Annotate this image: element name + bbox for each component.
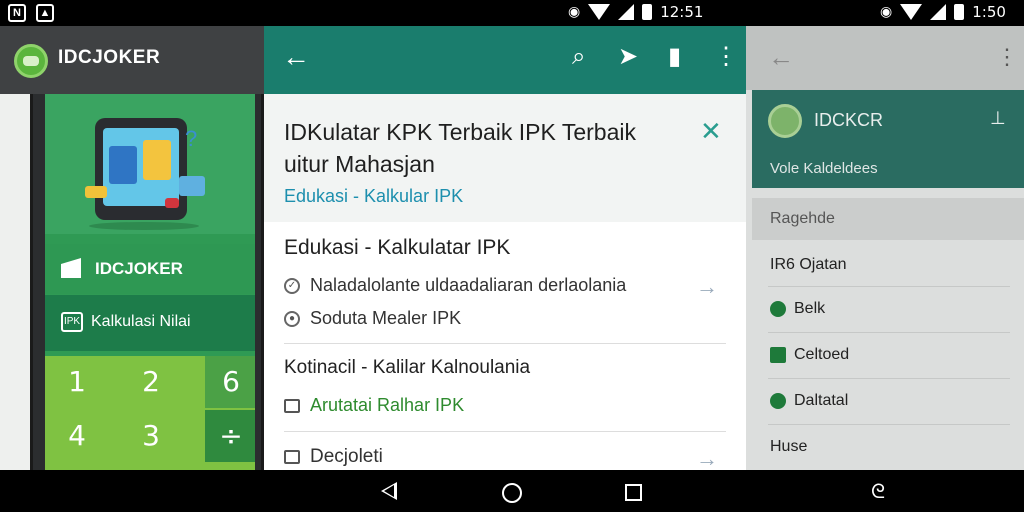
vibrate-icon: ◉	[568, 4, 581, 20]
divider	[284, 343, 726, 344]
keypad: 1 2 6 4 3 ÷	[45, 356, 255, 470]
send-icon[interactable]: ➤	[618, 44, 638, 70]
nav-recents-icon[interactable]	[625, 484, 642, 501]
right-app-bar: ← ⋮	[746, 26, 1024, 90]
brand-icon	[61, 258, 81, 278]
settings-gear-icon	[770, 393, 786, 409]
status-time-center: 12:51	[660, 3, 704, 21]
circle-icon	[770, 301, 786, 317]
section-header: Ragehde	[752, 198, 1024, 240]
account-name: IDCKCR	[814, 110, 884, 130]
brand-name: IDCJOKER	[95, 259, 183, 278]
center-app-bar: ← ⌕ ➤ ▮ ⋮	[264, 26, 746, 94]
section3-row[interactable]: Decjoleti	[284, 446, 383, 468]
hero-illustration: ?	[45, 94, 255, 234]
left-app-title: IDCJOKER	[58, 47, 161, 68]
question-icon: ?	[185, 126, 198, 151]
navigation-bar: ᘓ	[0, 470, 1024, 512]
account-card[interactable]: IDCKCR ⊥ Vole Kaldeldees	[752, 90, 1024, 188]
back-arrow-icon[interactable]: ←	[768, 42, 794, 73]
calc-label: Kalkulasi Nilai	[91, 313, 191, 330]
key-4[interactable]: 4	[51, 410, 103, 462]
key-2[interactable]: 2	[125, 356, 177, 408]
status-time-right: 1:50	[972, 3, 1006, 21]
calculator-icon: IPK	[61, 312, 83, 332]
calc-button[interactable]: IPK Kalkulasi Nilai	[45, 295, 255, 351]
folder-icon	[770, 347, 786, 363]
key-6[interactable]: 6	[205, 356, 255, 408]
key-3[interactable]: 3	[125, 410, 177, 462]
nav-home-icon[interactable]	[502, 483, 522, 503]
avatar	[768, 104, 802, 138]
pin-icon[interactable]: ⊥	[990, 108, 1006, 129]
divider	[284, 431, 726, 432]
menu-item[interactable]: Huse	[770, 438, 807, 456]
section2-line1[interactable]: Arutatai Ralhar IPK	[284, 395, 464, 416]
nav-assistant-icon[interactable]: ᘓ	[871, 482, 885, 502]
section1-line1[interactable]: ✓ Naladalolante uldaadaliaran derlaolani…	[284, 275, 626, 296]
account-subtitle: Vole Kaldeldees	[770, 160, 878, 177]
notification-n-icon: N	[8, 4, 26, 22]
app-logo-icon	[14, 44, 48, 78]
dialog-header: IDKulatar KPK Terbaik IPK Terbaik uitur …	[264, 94, 746, 222]
section1-line2[interactable]: ● Soduta Mealer IPK	[284, 308, 461, 329]
chevron-right-icon[interactable]: →	[696, 274, 718, 300]
battery-icon	[954, 4, 965, 20]
lock-icon	[165, 198, 179, 208]
search-icon[interactable]: ⌕	[572, 44, 585, 70]
back-arrow-icon[interactable]: ←	[282, 43, 310, 71]
more-options-icon[interactable]: ⋮	[996, 44, 1018, 70]
list-icon	[284, 450, 300, 464]
bookmark-icon[interactable]: ▮	[668, 44, 681, 70]
signal-icon	[618, 4, 635, 20]
dialog-title: IDKulatar KPK Terbaik IPK Terbaik uitur …	[284, 119, 636, 177]
coin-icon	[85, 186, 107, 198]
close-icon[interactable]: ✕	[700, 116, 722, 147]
wifi-icon	[900, 4, 923, 20]
wifi-icon	[588, 4, 611, 20]
card-icon	[179, 176, 205, 196]
key-divide[interactable]: ÷	[205, 410, 255, 462]
key-1[interactable]: 1	[51, 356, 103, 408]
right-panel: ← ⋮ IDCKCR ⊥ Vole Kaldeldees Ragehde IR6…	[746, 26, 1024, 470]
brand-row: IDCJOKER	[45, 244, 255, 294]
menu-item[interactable]: Daltatal	[770, 392, 848, 410]
signal-icon	[930, 4, 947, 20]
vibrate-icon: ◉	[880, 4, 893, 20]
more-options-icon[interactable]: ⋮	[714, 44, 738, 70]
record-icon: ●	[284, 310, 300, 327]
section2-heading: Kotinacil - Kalilar Kalnoulania	[284, 357, 531, 378]
image-icon	[284, 398, 300, 413]
check-circle-icon: ✓	[284, 277, 300, 294]
menu-item[interactable]: Celtoed	[770, 346, 849, 364]
center-panel: ← ⌕ ➤ ▮ ⋮ IDKulatar KPK Terbaik IPK Terb…	[264, 26, 746, 472]
nav-back-icon[interactable]	[381, 482, 397, 500]
dialog-subtitle-link[interactable]: Edukasi - Kalkular IPK	[284, 186, 463, 207]
menu-item[interactable]: Belk	[770, 300, 825, 318]
chevron-right-icon[interactable]: →	[696, 446, 718, 472]
status-right-center: ◉ 12:51	[568, 3, 703, 21]
status-left: N ▲	[8, 4, 54, 22]
status-right-right: ◉ 1:50	[880, 3, 1006, 21]
gallery-notification-icon: ▲	[36, 4, 54, 22]
battery-icon	[642, 4, 653, 20]
section1-heading: Edukasi - Kalkulatar IPK	[284, 236, 511, 259]
status-bar: N ▲ ◉ 12:51 ◉ 1:50	[0, 0, 1024, 26]
phone-screen: ? IDCJOKER IPK Kalkulasi Nilai 1 2 6 4 3…	[45, 94, 255, 470]
menu-item[interactable]: IR6 Ojatan	[770, 256, 846, 274]
